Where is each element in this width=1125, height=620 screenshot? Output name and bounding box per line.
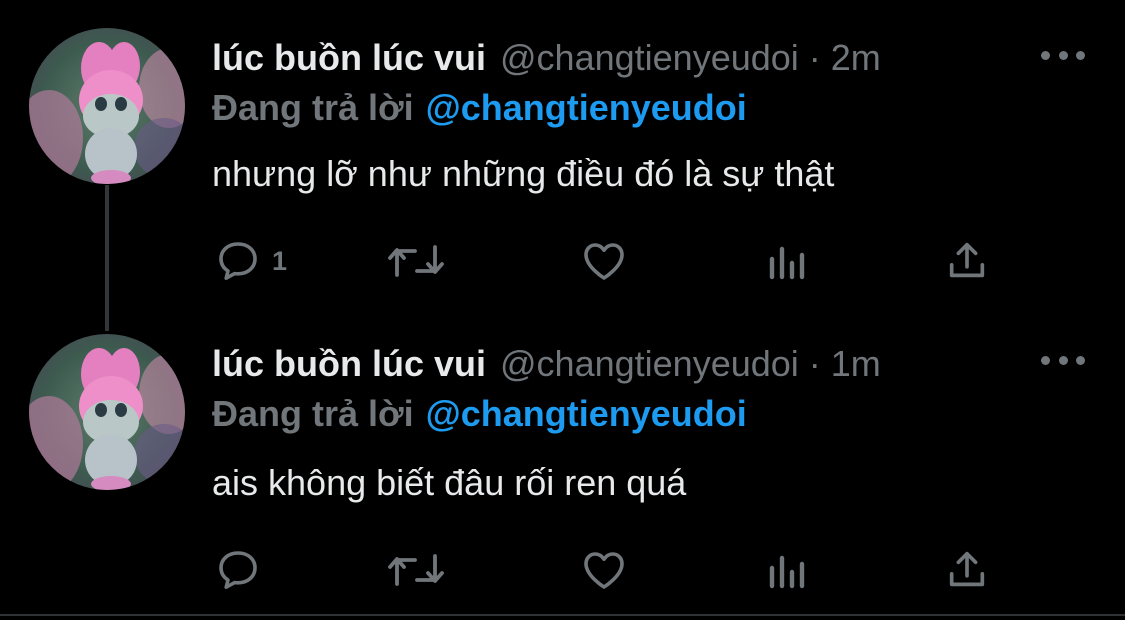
timestamp[interactable]: 2m: [831, 33, 881, 83]
like-icon: [584, 552, 624, 589]
author-name[interactable]: lúc buồn lúc vui: [212, 339, 486, 389]
avatar[interactable]: [29, 334, 185, 490]
divider: [0, 614, 1125, 616]
like-button[interactable]: [580, 542, 628, 598]
share-icon: [949, 242, 985, 278]
reply-button[interactable]: 1: [214, 233, 287, 289]
views-button[interactable]: [766, 233, 810, 289]
like-button[interactable]: [580, 233, 628, 289]
separator-dot: ·: [808, 343, 821, 384]
author-handle[interactable]: @changtienyeudoi: [500, 33, 799, 83]
action-bar: [0, 542, 1125, 598]
ellipsis-icon[interactable]: [1041, 40, 1085, 70]
mention-link[interactable]: @changtienyeudoi: [426, 393, 747, 434]
replying-to: Đang trả lời @changtienyeudoi: [212, 390, 747, 438]
author-handle[interactable]: @changtienyeudoi: [500, 339, 799, 389]
timestamp[interactable]: 1m: [831, 339, 881, 389]
views-icon: [769, 246, 805, 280]
retweet-icon: [388, 245, 444, 277]
share-icon: [949, 551, 985, 587]
retweet-icon: [388, 554, 444, 586]
pink-bunny-avatar-image: [29, 334, 185, 490]
share-button[interactable]: [944, 542, 990, 598]
tweet[interactable]: lúc buồn lúc vui @changtienyeudoi · 2m Đ…: [0, 0, 1125, 300]
action-bar: 1: [0, 233, 1125, 289]
reply-button[interactable]: [214, 542, 272, 598]
author-name[interactable]: lúc buồn lúc vui: [212, 33, 486, 83]
separator-dot: ·: [808, 37, 821, 78]
like-icon: [584, 243, 624, 280]
replying-to: Đang trả lời @changtienyeudoi: [212, 84, 747, 132]
avatar[interactable]: [29, 28, 185, 184]
tweet-header: lúc buồn lúc vui @changtienyeudoi · 2m: [212, 33, 881, 83]
retweet-button[interactable]: [385, 542, 447, 598]
mention-link[interactable]: @changtienyeudoi: [426, 87, 747, 128]
retweet-button[interactable]: [385, 233, 447, 289]
views-button[interactable]: [766, 542, 810, 598]
reply-icon: [219, 551, 257, 589]
tweet-thread: lúc buồn lúc vui @changtienyeudoi · 2m Đ…: [0, 0, 1125, 620]
replying-label: Đang trả lời: [212, 87, 414, 128]
tweet[interactable]: lúc buồn lúc vui @changtienyeudoi · 1m Đ…: [0, 307, 1125, 607]
views-icon: [769, 555, 805, 589]
share-button[interactable]: [944, 233, 990, 289]
replying-label: Đang trả lời: [212, 393, 414, 434]
reply-icon: [219, 242, 257, 280]
reply-count: 1: [272, 245, 288, 276]
pink-bunny-avatar-image: [29, 28, 185, 184]
tweet-text: ais không biết đâu rối ren quá: [212, 462, 687, 503]
tweet-text: nhưng lỡ như những điều đó là sự thật: [212, 153, 835, 194]
ellipsis-icon[interactable]: [1041, 345, 1085, 375]
tweet-header: lúc buồn lúc vui @changtienyeudoi · 1m: [212, 339, 881, 389]
